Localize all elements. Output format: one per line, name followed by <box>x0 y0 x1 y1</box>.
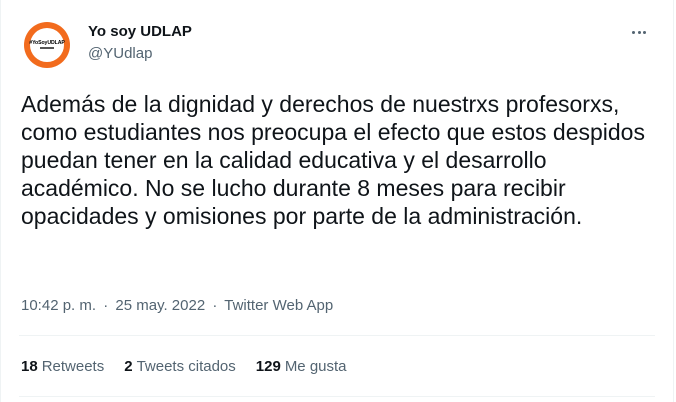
avatar[interactable]: #YoSoyUDLAP <box>24 22 70 68</box>
author-handle[interactable]: @YUdlap <box>88 44 152 64</box>
avatar-hashtag: #YoSoyUDLAP <box>29 40 65 47</box>
tweet-time[interactable]: 10:42 p. m. <box>21 297 96 314</box>
likes-label: Me gusta <box>284 358 347 375</box>
tweet-stats: 18 Retweets 2 Tweets citados 129 Me gusta <box>21 357 367 377</box>
quote-tweets-count: 2 <box>124 358 133 375</box>
more-dot <box>637 30 641 34</box>
avatar-underline <box>40 47 54 49</box>
retweets-count: 18 <box>21 358 38 375</box>
quote-tweets-label: Tweets citados <box>136 358 236 375</box>
divider <box>19 396 655 397</box>
author-display-name[interactable]: Yo soy UDLAP <box>88 22 192 42</box>
divider <box>19 335 655 336</box>
more-options-icon[interactable] <box>627 20 651 44</box>
retweets-label: Retweets <box>41 358 105 375</box>
more-dot <box>642 30 646 34</box>
more-dot <box>632 30 636 34</box>
tweet-source[interactable]: Twitter Web App <box>224 297 333 314</box>
avatar-logo: #YoSoyUDLAP <box>29 28 65 62</box>
tweet-text: Además de la dignidad y derechos de nues… <box>21 91 645 229</box>
likes-stat[interactable]: 129 Me gusta <box>256 357 347 377</box>
likes-count: 129 <box>255 358 281 375</box>
meta-separator: · <box>103 297 109 314</box>
tweet-card: #YoSoyUDLAP Yo soy UDLAP @YUdlap Además … <box>0 0 674 402</box>
tweet-date[interactable]: 25 may. 2022 <box>115 297 205 314</box>
retweets-stat[interactable]: 18 Retweets <box>21 357 104 377</box>
tweet-meta: 10:42 p. m. · 25 may. 2022 · Twitter Web… <box>21 296 333 316</box>
quote-tweets-stat[interactable]: 2 Tweets citados <box>124 357 236 377</box>
meta-separator: · <box>212 297 218 314</box>
